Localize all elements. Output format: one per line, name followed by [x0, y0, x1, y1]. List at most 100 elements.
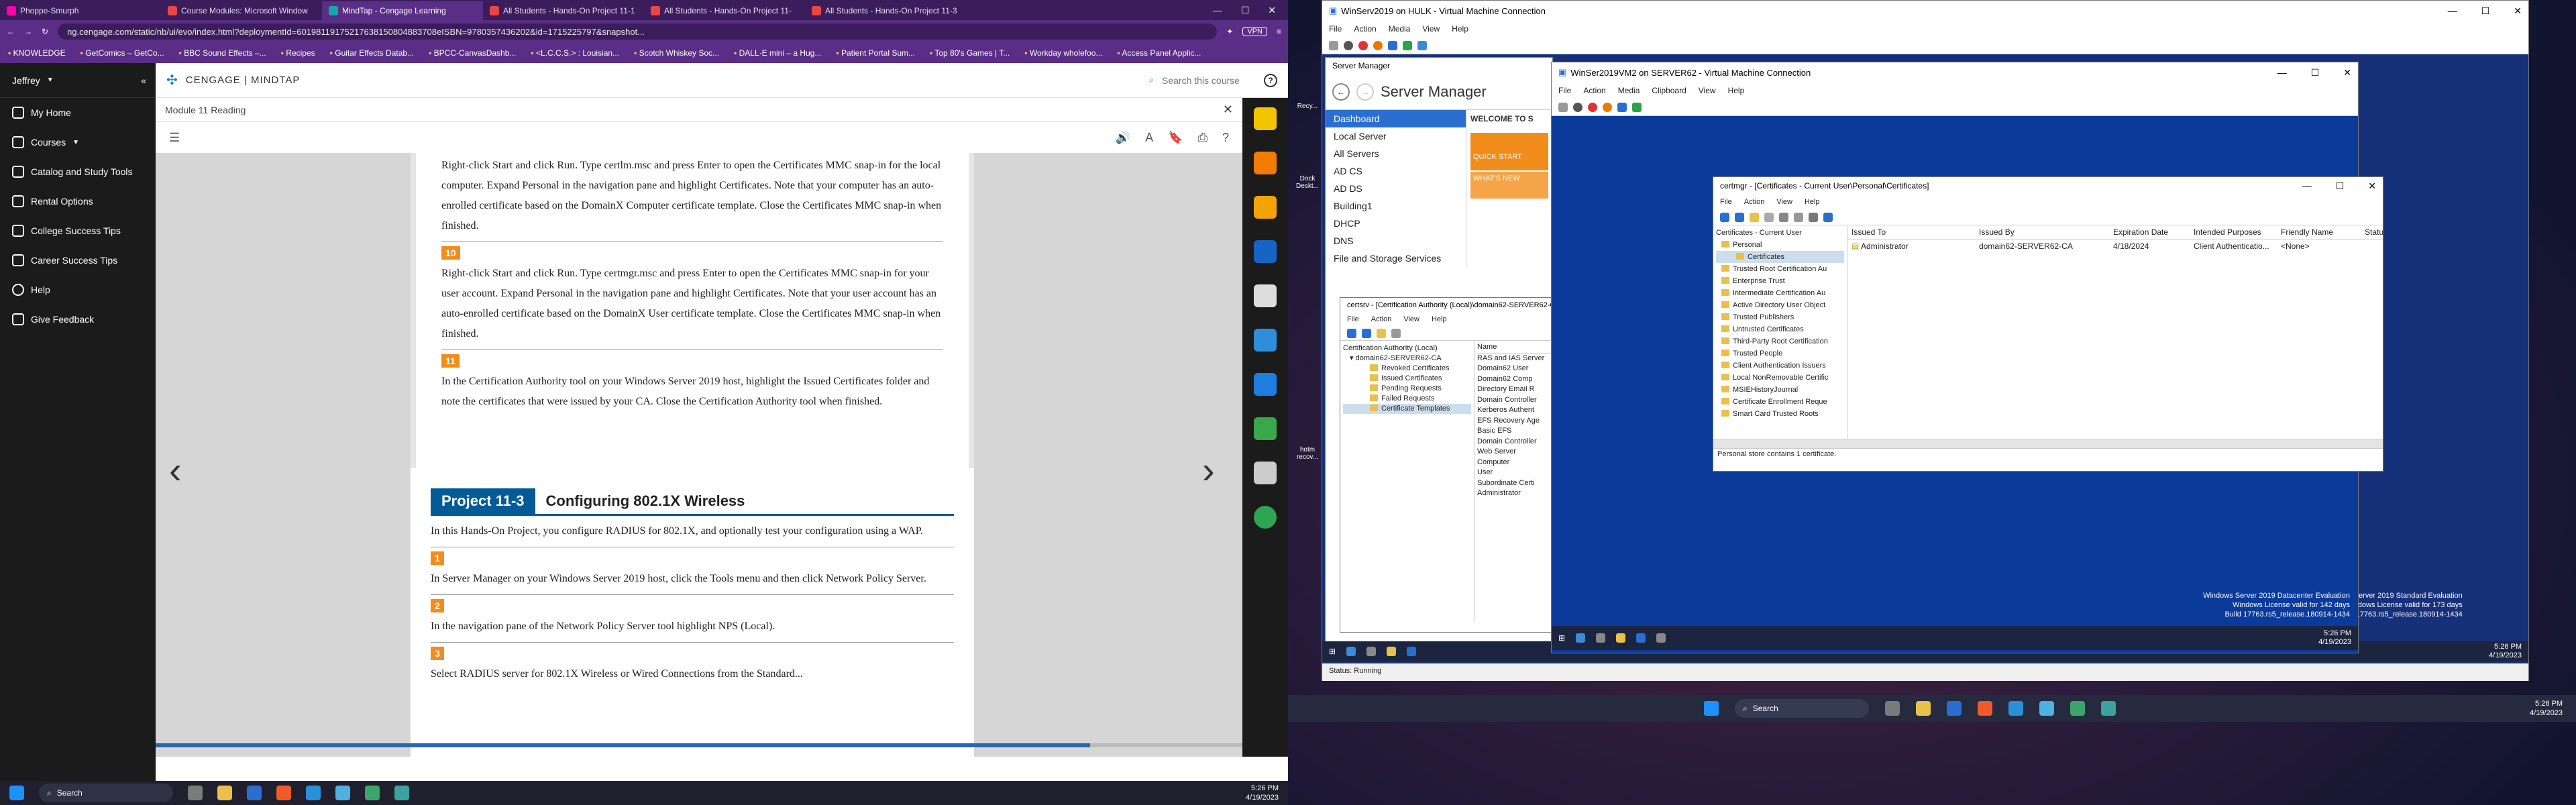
- back-icon[interactable]: [1347, 328, 1356, 338]
- bookmark-icon[interactable]: 🔖: [1168, 131, 1183, 145]
- bookmark[interactable]: KNOWLEDGE: [8, 48, 66, 58]
- clock[interactable]: 5:26 PM 4/19/2023: [2530, 699, 2563, 718]
- bookmark[interactable]: BPCC-CanvasDashb...: [429, 48, 517, 58]
- bookmark[interactable]: BBC Sound Effects –...: [179, 48, 266, 58]
- forward-icon[interactable]: [1362, 328, 1371, 338]
- pause-icon[interactable]: [1617, 102, 1627, 112]
- column-header[interactable]: Intended Purposes: [2190, 225, 2277, 239]
- bookmark[interactable]: Workday wholefoo...: [1024, 48, 1103, 58]
- task-view-icon[interactable]: [1596, 633, 1606, 643]
- minimize-icon[interactable]: —: [2448, 5, 2457, 17]
- shutdown-icon[interactable]: [1373, 40, 1383, 50]
- toc-icon[interactable]: ☰: [169, 131, 180, 145]
- outlook-icon[interactable]: [247, 786, 262, 800]
- sidebar-item-courses[interactable]: Courses ▼: [0, 127, 156, 157]
- column-header[interactable]: Status: [2361, 225, 2383, 239]
- list-item[interactable]: Subordinate Certi: [1477, 478, 1558, 489]
- close-reader-icon[interactable]: ✕: [1223, 103, 1233, 117]
- tree-folder[interactable]: Local NonRemovable Certific: [1716, 372, 1844, 384]
- clock[interactable]: 5:26 PM 4/19/2023: [1246, 784, 1279, 802]
- list-item[interactable]: Domain Controller: [1477, 395, 1558, 406]
- column-header[interactable]: Issued By: [1975, 225, 2109, 239]
- browser-tab[interactable]: All Students - Hands-On Project 11-1: [483, 1, 644, 20]
- notes-icon[interactable]: [1254, 240, 1277, 263]
- list-item[interactable]: Domain Controller: [1477, 437, 1558, 447]
- nav-dashboard[interactable]: Dashboard: [1326, 110, 1466, 127]
- bookmark[interactable]: Access Panel Applic...: [1117, 48, 1201, 58]
- minimize-icon[interactable]: —: [2302, 180, 2312, 192]
- tree-folder[interactable]: Trusted Root Certification Au: [1716, 263, 1844, 275]
- list-item[interactable]: Administrator: [1477, 488, 1558, 499]
- start-vm-icon[interactable]: [1344, 40, 1353, 50]
- outlook-icon[interactable]: [1947, 701, 1962, 716]
- checkpoint-icon[interactable]: [1417, 40, 1427, 50]
- browser-tab[interactable]: All Students - Hands-On Project 11-: [644, 1, 805, 20]
- menu-action[interactable]: Action: [1583, 86, 1605, 95]
- highlighter-icon[interactable]: [1254, 107, 1277, 130]
- maximize-icon[interactable]: ☐: [2336, 180, 2345, 192]
- tree-pending[interactable]: Pending Requests: [1343, 384, 1471, 394]
- tree-personal[interactable]: Personal: [1716, 239, 1844, 251]
- collapse-sidebar-icon[interactable]: «: [141, 75, 146, 86]
- server-manager-icon[interactable]: [1636, 633, 1646, 643]
- nav-building1[interactable]: Building1: [1326, 197, 1466, 215]
- ctrl-alt-del-icon[interactable]: [1558, 102, 1568, 112]
- close-icon[interactable]: ✕: [2368, 180, 2376, 192]
- extension-icon[interactable]: ✦: [1226, 27, 1233, 36]
- course-search-input[interactable]: Search this course: [1162, 75, 1256, 86]
- sidebar-item-catalog[interactable]: Catalog and Study Tools: [0, 157, 156, 186]
- url-input[interactable]: ng.cengage.com/static/nb/ui/evo/index.ht…: [58, 23, 1218, 40]
- list-item[interactable]: Kerberos Authent: [1477, 405, 1558, 416]
- tree-folder[interactable]: Trusted People: [1716, 347, 1844, 360]
- delete-icon[interactable]: [1794, 212, 1803, 222]
- desktop-icon[interactable]: hotm recov...: [1294, 446, 1321, 461]
- dictionary-icon[interactable]: [1254, 196, 1277, 219]
- menu-view[interactable]: View: [1776, 198, 1792, 206]
- start-icon[interactable]: [1704, 701, 1719, 716]
- tree-certificates[interactable]: Certificates: [1716, 251, 1844, 263]
- server-manager-icon[interactable]: [1407, 647, 1417, 656]
- menu-action[interactable]: Action: [1744, 198, 1765, 206]
- sidebar-item-feedback[interactable]: Give Feedback: [0, 305, 156, 334]
- tree-folder[interactable]: Enterprise Trust: [1716, 275, 1844, 287]
- sidebar-item-rental[interactable]: Rental Options: [0, 186, 156, 216]
- list-item[interactable]: Computer: [1477, 458, 1558, 468]
- nav-file-storage[interactable]: File and Storage Services: [1326, 250, 1466, 267]
- menu-media[interactable]: Media: [1389, 24, 1411, 34]
- menu-view[interactable]: View: [1403, 315, 1419, 323]
- minimize-icon[interactable]: —: [2277, 67, 2287, 78]
- app-icon[interactable]: [335, 786, 350, 800]
- browser-tab[interactable]: All Students - Hands-On Project 11-3: [805, 1, 966, 20]
- search-icon[interactable]: [1576, 633, 1586, 643]
- start-icon[interactable]: [9, 786, 24, 800]
- bookmark[interactable]: Scotch Whiskey Soc...: [634, 48, 719, 58]
- tree-folder[interactable]: Intermediate Certification Au: [1716, 287, 1844, 299]
- print-icon[interactable]: ⎙: [1198, 131, 1208, 145]
- list-item[interactable]: User: [1477, 468, 1558, 478]
- task-view-icon[interactable]: [1885, 701, 1900, 716]
- tree-folder[interactable]: Smart Card Trusted Roots: [1716, 408, 1844, 420]
- reset-icon[interactable]: [1632, 102, 1642, 112]
- tree-folder[interactable]: MSIEHistoryJournal: [1716, 384, 1844, 396]
- taskbar-search[interactable]: ⌕ Search: [1735, 699, 1869, 718]
- vscode-icon[interactable]: [2008, 701, 2023, 716]
- menu-help[interactable]: Help: [1728, 86, 1745, 95]
- close-icon[interactable]: ✕: [2514, 5, 2522, 17]
- forward-icon[interactable]: [1735, 212, 1744, 222]
- file-explorer-icon[interactable]: [1616, 633, 1626, 643]
- tree-failed[interactable]: Failed Requests: [1343, 394, 1471, 404]
- taskbar-search[interactable]: ⌕ Search: [39, 784, 173, 802]
- tree-folder[interactable]: Third-Party Root Certification: [1716, 335, 1844, 347]
- tree-ca-root[interactable]: Certification Authority (Local): [1343, 343, 1471, 354]
- nav-ad-ds[interactable]: AD DS: [1326, 180, 1466, 197]
- back-icon[interactable]: ←: [7, 27, 15, 36]
- horizontal-scrollbar[interactable]: [1713, 439, 2383, 448]
- cloud-icon[interactable]: [1254, 373, 1277, 396]
- menu-view[interactable]: View: [1422, 24, 1440, 34]
- nav-dns[interactable]: DNS: [1326, 232, 1466, 250]
- list-item[interactable]: Basic EFS: [1477, 426, 1558, 437]
- app-icon[interactable]: [2070, 701, 2085, 716]
- menu-view[interactable]: View: [1699, 86, 1716, 95]
- column-header-name[interactable]: Name: [1477, 342, 1558, 354]
- copy-icon[interactable]: [1779, 212, 1788, 222]
